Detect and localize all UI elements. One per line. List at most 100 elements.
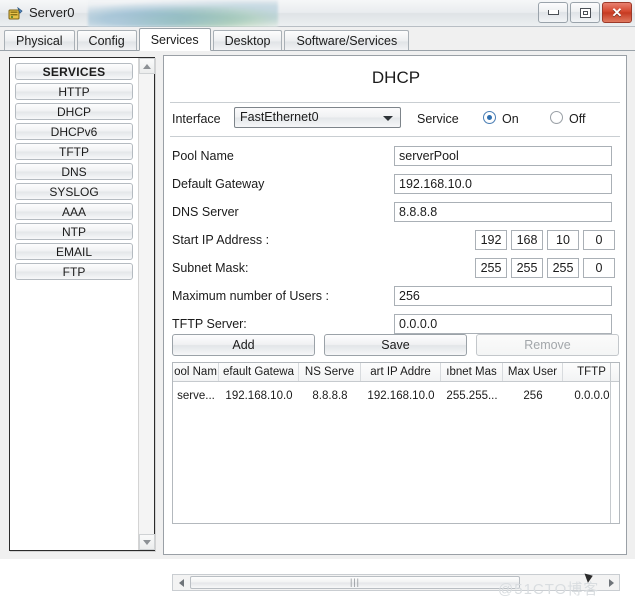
- sidebar-item-services[interactable]: SERVICES: [15, 63, 133, 80]
- subnet-mask-label: Subnet Mask:: [172, 261, 249, 275]
- interface-row: Interface FastEthernet0 Service On Off: [170, 107, 622, 133]
- sidebar-item-email[interactable]: EMAIL: [15, 243, 133, 260]
- chevron-down-icon: [143, 539, 151, 545]
- max-users-input[interactable]: 256: [394, 286, 612, 306]
- tftp-server-label: TFTP Server:: [172, 317, 247, 331]
- table-cell: 192.168.10.0: [367, 390, 435, 402]
- service-on-radio[interactable]: [483, 111, 496, 124]
- sidebar-item-syslog[interactable]: SYSLOG: [15, 183, 133, 200]
- chevron-right-icon: [608, 578, 614, 587]
- maximize-button[interactable]: [570, 2, 600, 23]
- table-cell: serve...: [177, 390, 215, 402]
- start-ip-row: Start IP Address : 192 168 10 0: [172, 230, 620, 251]
- table-cell: 0.0.0.0: [574, 390, 610, 402]
- pool-name-row: Pool Name serverPool: [172, 146, 620, 167]
- interface-selected-value: FastEthernet0: [240, 110, 319, 124]
- table-header-cell[interactable]: ıbnet Mas: [441, 363, 503, 381]
- table-header-cell[interactable]: Max User: [503, 363, 563, 381]
- start-ip-octet-3[interactable]: 10: [547, 230, 579, 250]
- dns-server-label: DNS Server: [172, 205, 239, 219]
- interface-select[interactable]: FastEthernet0: [234, 107, 401, 128]
- close-icon: ✕: [611, 5, 623, 20]
- sidebar-item-dns[interactable]: DNS: [15, 163, 133, 180]
- window-controls: ✕: [538, 2, 632, 23]
- table-right-border: [610, 363, 611, 523]
- add-button[interactable]: Add: [172, 334, 315, 356]
- grip-icon: |||: [349, 577, 360, 587]
- table-header-cell[interactable]: TFTP: [563, 363, 619, 381]
- subnet-mask-row: Subnet Mask: 255 255 255 0: [172, 258, 620, 279]
- scroll-left-button[interactable]: [173, 575, 189, 590]
- table-header-cell[interactable]: efault Gatewa: [219, 363, 299, 381]
- divider-interface: [170, 136, 620, 137]
- scroll-up-button[interactable]: [139, 58, 155, 74]
- sidebar-item-dhcp[interactable]: DHCP: [15, 103, 133, 120]
- tab-services[interactable]: Services: [138, 28, 211, 51]
- tab-strip: Physical Config Services Desktop Software/Se…: [0, 27, 635, 51]
- scroll-down-button[interactable]: [139, 534, 155, 550]
- action-buttons: Add Save Remove: [172, 334, 620, 356]
- sidebar-item-dhcpv6[interactable]: DHCPv6: [15, 123, 133, 140]
- default-gateway-row: Default Gateway 192.168.10.0: [172, 174, 620, 195]
- sidebar-item-http[interactable]: HTTP: [15, 83, 133, 100]
- tftp-server-input[interactable]: 0.0.0.0: [394, 314, 612, 334]
- default-gateway-input[interactable]: 192.168.10.0: [394, 174, 612, 194]
- server-icon: [8, 6, 23, 20]
- table-header-row: ool Nam efault Gatewa NS Serve art IP Addre…: [173, 363, 619, 382]
- dns-server-input[interactable]: 8.8.8.8: [394, 202, 612, 222]
- start-ip-octet-4[interactable]: 0: [583, 230, 615, 250]
- start-ip-octet-1[interactable]: 192: [475, 230, 507, 250]
- tftp-server-row: TFTP Server: 0.0.0.0: [172, 314, 620, 335]
- service-on-label: On: [502, 112, 519, 126]
- sidebar-item-ntp[interactable]: NTP: [15, 223, 133, 240]
- subnet-mask-octet-2[interactable]: 255: [511, 258, 543, 278]
- save-button[interactable]: Save: [324, 334, 467, 356]
- table-cell: 255.255...: [446, 390, 498, 402]
- table-cell: 192.168.10.0: [225, 390, 293, 402]
- obscured-title-region: [88, 0, 278, 27]
- sidebar-item-tftp[interactable]: TFTP: [15, 143, 133, 160]
- max-users-row: Maximum number of Users : 256: [172, 286, 620, 307]
- scroll-right-button[interactable]: [603, 575, 619, 590]
- page-title: DHCP: [371, 68, 421, 87]
- scrollbar-thumb[interactable]: |||: [190, 576, 520, 589]
- divider-top: [170, 102, 620, 103]
- max-users-label: Maximum number of Users :: [172, 289, 329, 303]
- tab-software-services[interactable]: Software/Services: [284, 30, 410, 51]
- sidebar-vertical-scrollbar[interactable]: [138, 58, 155, 550]
- server-config-window: Server0 ✕ Physical Config Services Desktop S…: [0, 0, 635, 598]
- table-cell: 256: [523, 390, 543, 402]
- dns-server-row: DNS Server 8.8.8.8: [172, 202, 620, 223]
- table-header-cell[interactable]: art IP Addre: [361, 363, 441, 381]
- service-off-radio[interactable]: [550, 111, 563, 124]
- dhcp-panel: DHCP Interface FastEthernet0 Service On …: [163, 55, 627, 591]
- table-header-cell[interactable]: ool Nam: [173, 363, 219, 381]
- start-ip-octet-2[interactable]: 168: [511, 230, 543, 250]
- content-area: SERVICES HTTP DHCP DHCPv6 TFTP DNS SYSLOG AAA NT…: [0, 51, 635, 598]
- default-gateway-label: Default Gateway: [172, 177, 265, 191]
- minimize-button[interactable]: [538, 2, 568, 23]
- sidebar-item-ftp[interactable]: FTP: [15, 263, 133, 280]
- subnet-mask-octet-4[interactable]: 0: [583, 258, 615, 278]
- table-row[interactable]: serve... 192.168.10.0 8.8.8.8 192.168.10.0 2…: [173, 387, 619, 405]
- tab-config[interactable]: Config: [76, 30, 137, 51]
- tab-physical[interactable]: Physical: [4, 30, 75, 51]
- sidebar-item-aaa[interactable]: AAA: [15, 203, 133, 220]
- subnet-mask-octet-1[interactable]: 255: [475, 258, 507, 278]
- chevron-down-icon: [383, 116, 393, 121]
- start-ip-label: Start IP Address :: [172, 233, 270, 247]
- dhcp-pool-table: ool Nam efault Gatewa NS Serve art IP Addre…: [172, 362, 620, 524]
- table-header-cell[interactable]: NS Serve: [299, 363, 361, 381]
- maximize-icon: [579, 7, 591, 18]
- window-title: Server0: [29, 5, 75, 20]
- table-cell: 8.8.8.8: [312, 390, 348, 402]
- chevron-left-icon: [178, 578, 184, 587]
- service-off-label: Off: [569, 112, 586, 126]
- minimize-icon: [547, 10, 559, 15]
- close-button[interactable]: ✕: [602, 2, 632, 23]
- chevron-up-icon: [143, 63, 151, 69]
- pool-name-label: Pool Name: [172, 149, 234, 163]
- tab-desktop[interactable]: Desktop: [212, 30, 283, 51]
- pool-name-input[interactable]: serverPool: [394, 146, 612, 166]
- subnet-mask-octet-3[interactable]: 255: [547, 258, 579, 278]
